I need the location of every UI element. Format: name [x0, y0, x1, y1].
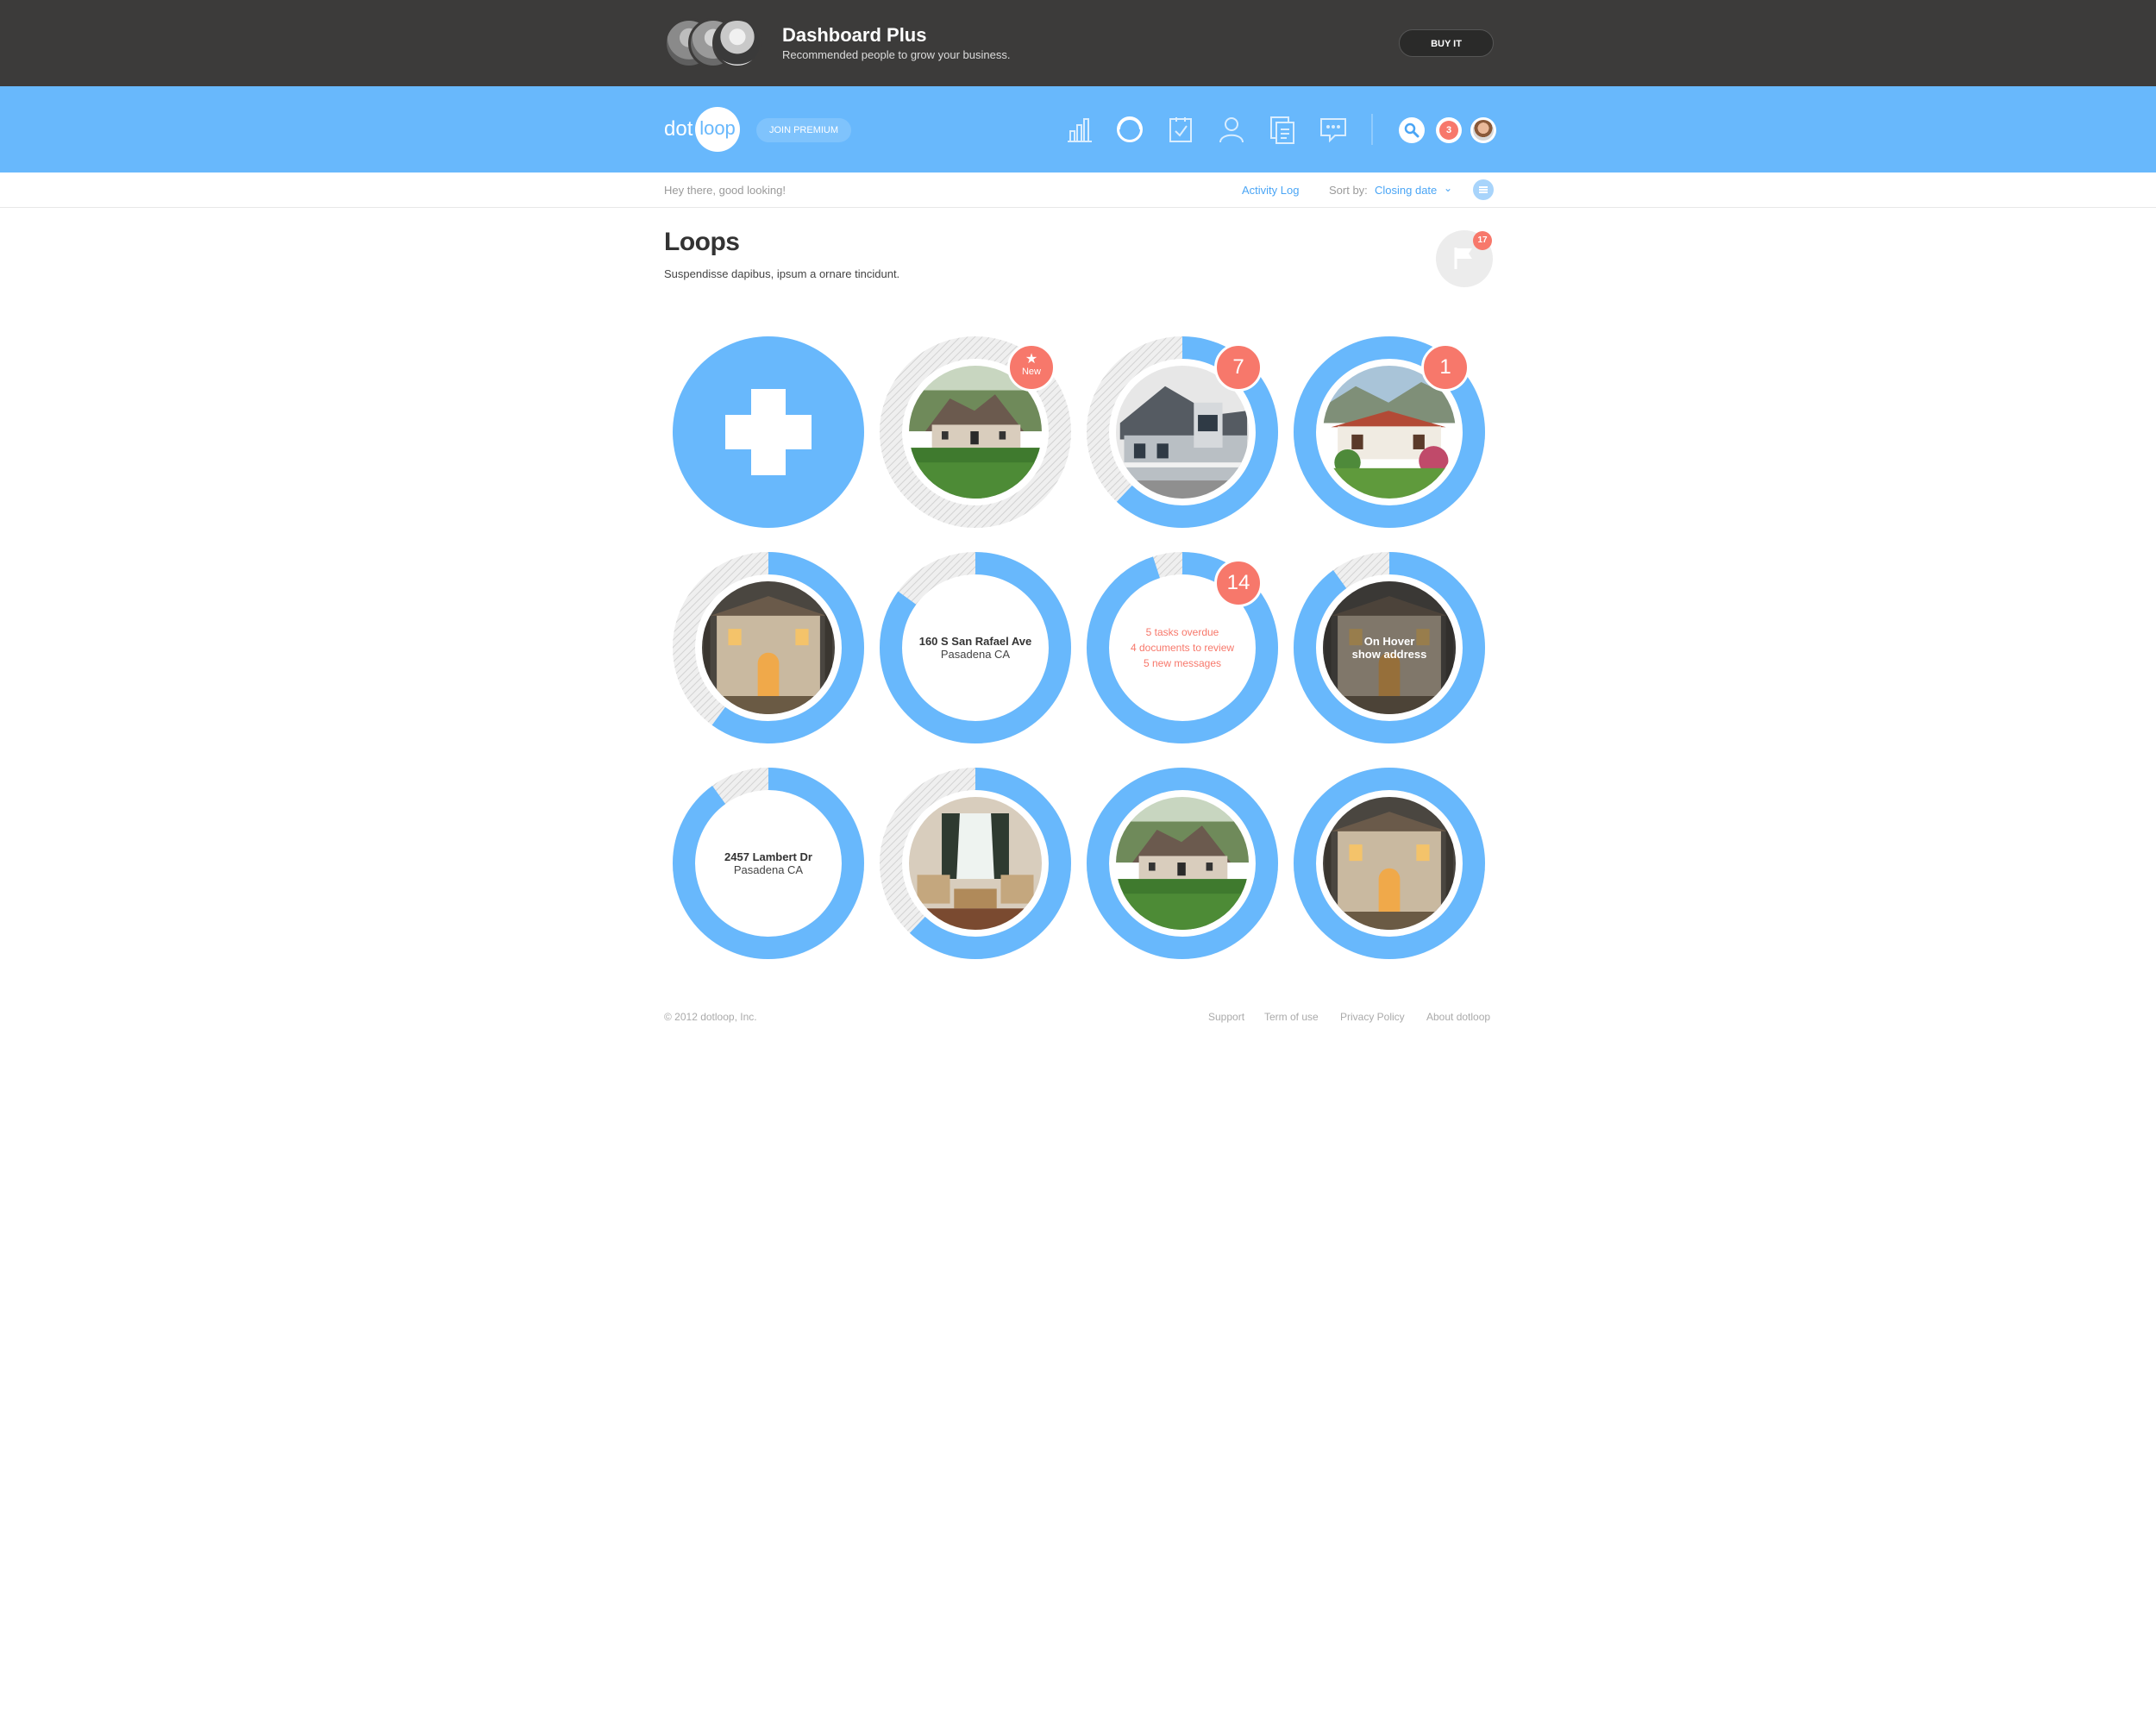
- loop-photo: [1112, 794, 1252, 933]
- notifications-button[interactable]: 3: [1436, 117, 1462, 143]
- loop-card[interactable]: 160 S San Rafael Ave Pasadena CA: [880, 552, 1071, 743]
- chevron-down-icon[interactable]: ⌄: [1444, 182, 1452, 194]
- search-button[interactable]: [1399, 117, 1425, 143]
- sub-toolbar: Hey there, good looking! Activity Log So…: [0, 172, 2156, 208]
- loop-card[interactable]: [1294, 768, 1485, 959]
- loop-photo: [906, 794, 1045, 933]
- promo-banner: Dashboard Plus Recommended people to gro…: [0, 0, 2156, 86]
- loop-photo: On Hover show address: [1319, 578, 1459, 718]
- page-title: Loops: [664, 228, 740, 256]
- new-badge: ★ New: [1007, 343, 1056, 392]
- footer-link-about[interactable]: About dotloop: [1426, 1011, 1490, 1023]
- loop-card[interactable]: [1087, 768, 1278, 959]
- count-badge: 7: [1214, 343, 1263, 392]
- new-badge-label: New: [1021, 367, 1041, 377]
- sort-dropdown[interactable]: Closing date: [1375, 184, 1437, 197]
- list-view-toggle[interactable]: [1473, 179, 1494, 200]
- footer-copyright: © 2012 dotloop, Inc.: [664, 1011, 757, 1023]
- search-icon: [1404, 122, 1420, 138]
- address-city: Pasadena CA: [940, 648, 1011, 661]
- avatar: [1473, 120, 1494, 141]
- loop-address: 2457 Lambert Dr Pasadena CA: [699, 794, 838, 933]
- footer-link-support[interactable]: Support: [1208, 1011, 1244, 1023]
- avatar: [712, 18, 762, 68]
- page-subtitle: Suspendisse dapibus, ipsum a ornare tinc…: [664, 267, 900, 280]
- add-loop-button[interactable]: [673, 336, 864, 528]
- notification-count-badge: 3: [1439, 121, 1458, 140]
- task-icon[interactable]: [1163, 112, 1198, 147]
- join-premium-button[interactable]: JOIN PREMIUM: [756, 118, 851, 142]
- loop-card[interactable]: 2457 Lambert Dr Pasadena CA: [673, 768, 864, 959]
- people-icon[interactable]: [1214, 112, 1249, 147]
- hover-text-line: show address: [1351, 648, 1427, 661]
- plus-icon: [725, 415, 812, 449]
- footer-link-privacy[interactable]: Privacy Policy: [1340, 1011, 1405, 1023]
- loop-address: 160 S San Rafael Ave Pasadena CA: [906, 578, 1045, 718]
- nav-divider: [1371, 114, 1373, 145]
- alert-line[interactable]: 5 tasks overdue: [1146, 624, 1219, 640]
- hover-text-line: On Hover: [1363, 635, 1415, 648]
- documents-icon[interactable]: [1265, 112, 1300, 147]
- loop-card[interactable]: On Hover show address: [1294, 552, 1485, 743]
- loop-card[interactable]: 7: [1087, 336, 1278, 528]
- address-city: Pasadena CA: [733, 863, 804, 876]
- loop-photo: [1319, 794, 1459, 933]
- promo-title: Dashboard Plus: [782, 24, 927, 46]
- loop-card[interactable]: 1: [1294, 336, 1485, 528]
- main-navbar: dot loop JOIN PREMIUM 3: [0, 86, 2156, 172]
- loops-grid: ★ New 7 1 160 S San Rafael Ave Pasadena CA…: [673, 336, 1485, 959]
- loop-card[interactable]: ★ New: [880, 336, 1071, 528]
- promo-subtitle: Recommended people to grow your business…: [782, 48, 1011, 61]
- address-street: 160 S San Rafael Ave: [918, 635, 1032, 648]
- loop-card[interactable]: [673, 552, 864, 743]
- alert-line[interactable]: 4 documents to review: [1131, 640, 1234, 656]
- user-avatar-button[interactable]: [1470, 117, 1496, 143]
- count-badge: 1: [1421, 343, 1470, 392]
- logo-loop-text: loop: [695, 107, 740, 152]
- loop-icon[interactable]: [1112, 112, 1147, 147]
- recommended-people-avatars[interactable]: [664, 18, 768, 70]
- loop-card[interactable]: 5 tasks overdue 4 documents to review 5 ne…: [1087, 552, 1278, 743]
- hover-overlay: On Hover show address: [1323, 581, 1456, 714]
- loop-card[interactable]: [880, 768, 1071, 959]
- count-badge: 14: [1214, 559, 1263, 607]
- buy-it-button[interactable]: BUY IT: [1399, 29, 1494, 57]
- sort-label: Sort by:: [1329, 184, 1368, 197]
- alert-line[interactable]: 5 new messages: [1144, 656, 1221, 671]
- flag-count-badge: 17: [1473, 231, 1492, 250]
- flag-icon: [1454, 248, 1472, 269]
- star-icon: ★: [1025, 352, 1038, 367]
- messages-icon[interactable]: [1316, 112, 1351, 147]
- loop-photo: [699, 578, 838, 718]
- logo-dot-text: dot: [664, 117, 693, 141]
- chart-icon[interactable]: [1062, 112, 1097, 147]
- activity-log-link[interactable]: Activity Log: [1242, 184, 1299, 197]
- footer-link-terms[interactable]: Term of use: [1264, 1011, 1319, 1023]
- greeting-text: Hey there, good looking!: [664, 184, 786, 197]
- address-street: 2457 Lambert Dr: [724, 850, 812, 863]
